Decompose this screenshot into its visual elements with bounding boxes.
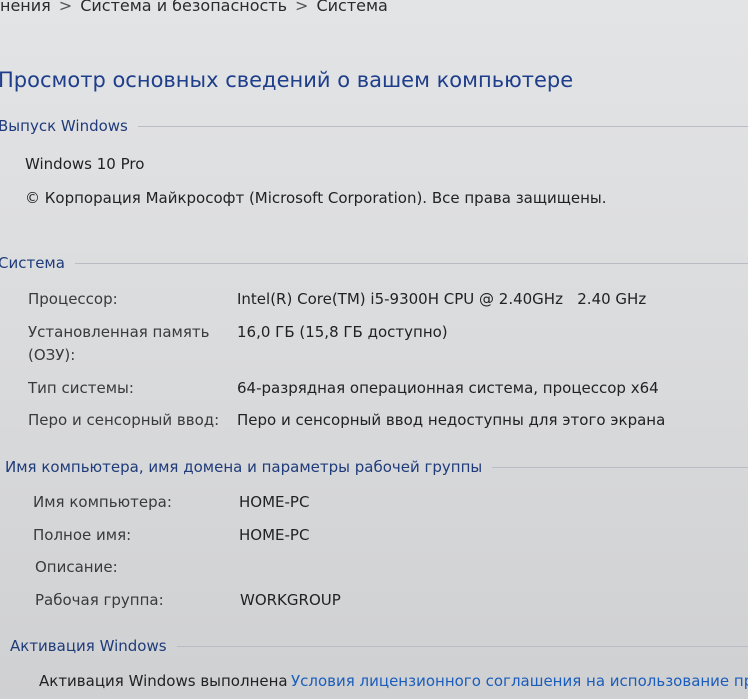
full-name-label: Полное имя:	[33, 526, 132, 544]
section-title-windows-edition: Выпуск Windows	[0, 117, 128, 135]
section-header-windows-edition: Выпуск Windows	[0, 117, 748, 135]
memory-value: 16,0 ГБ (15,8 ГБ доступно)	[237, 323, 448, 341]
workgroup-value: WORKGROUP	[240, 591, 341, 609]
computer-name-label: Имя компьютера:	[33, 493, 172, 511]
breadcrumb: нения > Система и безопасность > Система	[0, 0, 388, 15]
full-name-value: HOME-PC	[239, 526, 310, 544]
section-title-computer-name: Имя компьютера, имя домена и параметры р…	[5, 458, 483, 476]
system-type-label: Тип системы:	[28, 379, 134, 397]
breadcrumb-item-security[interactable]: Система и безопасность	[80, 0, 287, 15]
workgroup-label: Рабочая группа:	[35, 591, 164, 609]
memory-label: Установленная память	[28, 323, 210, 341]
breadcrumb-item-system[interactable]: Система	[316, 0, 387, 15]
section-divider	[137, 125, 748, 127]
windows-edition-value: Windows 10 Pro	[25, 155, 145, 173]
pen-touch-value: Перо и сенсорный ввод недоступны для это…	[237, 411, 666, 429]
section-header-system: Система	[0, 254, 748, 272]
computer-name-value: HOME-PC	[239, 493, 310, 511]
breadcrumb-separator-icon: >	[295, 0, 309, 15]
page-title: Просмотр основных сведений о вашем компь…	[0, 68, 574, 92]
section-divider	[492, 466, 748, 468]
processor-label: Процессор:	[28, 290, 118, 308]
copyright-text: © Корпорация Майкрософт (Microsoft Corpo…	[25, 189, 607, 207]
section-header-computer-name: Имя компьютера, имя домена и параметры р…	[5, 458, 748, 476]
description-label: Описание:	[35, 558, 118, 576]
section-title-activation: Активация Windows	[10, 637, 167, 655]
section-divider	[176, 645, 748, 647]
activation-status: Активация Windows выполнена	[39, 672, 288, 690]
section-title-system: Система	[0, 254, 65, 272]
license-terms-link[interactable]: Условия лицензионного соглашения на испо…	[291, 672, 748, 690]
processor-value: Intel(R) Core(TM) i5-9300H CPU @ 2.40GHz…	[237, 290, 647, 308]
pen-touch-label: Перо и сенсорный ввод:	[28, 411, 220, 429]
section-divider	[74, 262, 748, 264]
system-type-value: 64-разрядная операционная система, проце…	[237, 379, 659, 397]
breadcrumb-item-control-panel[interactable]: нения	[0, 0, 51, 15]
section-header-activation: Активация Windows	[10, 637, 748, 655]
breadcrumb-separator-icon: >	[58, 0, 73, 15]
memory-label-ram: (ОЗУ):	[28, 346, 76, 364]
